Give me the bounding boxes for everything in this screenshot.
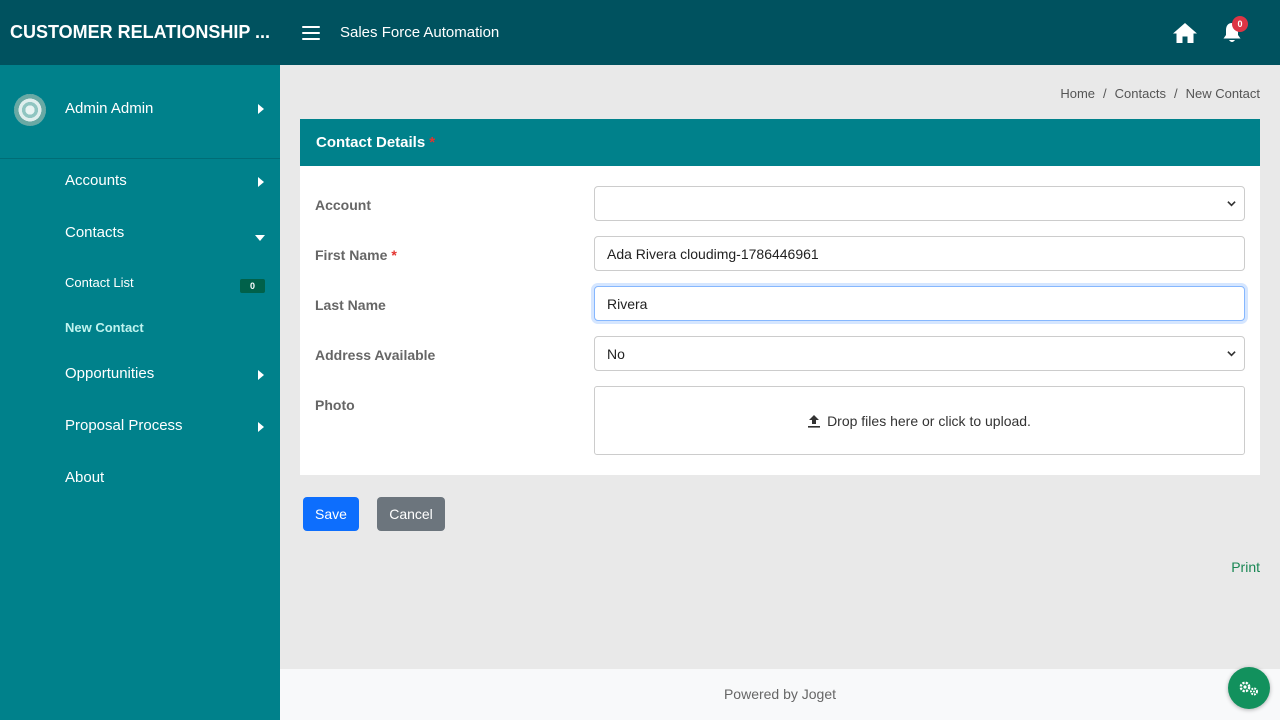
- sidebar-item-label: Opportunities: [65, 365, 155, 382]
- breadcrumb-home[interactable]: Home: [1060, 86, 1095, 101]
- chevron-right-icon: [258, 104, 264, 114]
- dropzone-text: Drop files here or click to upload.: [827, 412, 1031, 429]
- sidebar-item-new-contact[interactable]: New Contact: [0, 313, 280, 343]
- last-name-value: Rivera: [607, 295, 648, 312]
- sidebar-item-label: Contact List: [65, 275, 134, 290]
- chevron-right-icon: [258, 370, 264, 380]
- breadcrumb: Home / Contacts / New Contact: [1060, 86, 1260, 101]
- sidebar-item-opportunities[interactable]: Opportunities: [0, 355, 280, 395]
- chevron-down-icon: [255, 235, 265, 241]
- address-available-select[interactable]: No: [594, 336, 1245, 371]
- cancel-button[interactable]: Cancel: [377, 497, 445, 531]
- count-badge: 0: [240, 279, 265, 293]
- save-button[interactable]: Save: [303, 497, 359, 531]
- sidebar-item-accounts[interactable]: Accounts: [0, 162, 280, 202]
- notifications-button[interactable]: 0: [1222, 16, 1248, 46]
- top-bar: CUSTOMER RELATIONSHIP ... Sales Force Au…: [0, 0, 1280, 65]
- last-name-label: Last Name: [315, 297, 386, 313]
- footer: Powered by Joget: [280, 669, 1280, 720]
- account-select[interactable]: [594, 186, 1245, 221]
- app-brand[interactable]: CUSTOMER RELATIONSHIP ...: [0, 22, 280, 43]
- sidebar-item-label: New Contact: [65, 320, 144, 335]
- user-menu[interactable]: Admin Admin: [0, 65, 280, 159]
- address-available-label: Address Available: [315, 347, 436, 363]
- menu-icon[interactable]: [302, 25, 320, 40]
- sidebar-item-proposal-process[interactable]: Proposal Process: [0, 407, 280, 447]
- contact-details-card: Contact Details * Account First Name * Ada…: [300, 119, 1260, 475]
- notification-count-badge: 0: [1232, 16, 1248, 32]
- chevron-down-icon: [1227, 201, 1236, 207]
- home-icon[interactable]: [1172, 22, 1198, 44]
- card-title: Contact Details: [316, 134, 426, 151]
- first-name-field[interactable]: Ada Rivera cloudimg-1786446961: [594, 236, 1245, 271]
- breadcrumb-contacts[interactable]: Contacts: [1115, 86, 1166, 101]
- chevron-right-icon: [258, 422, 264, 432]
- card-header: Contact Details *: [300, 119, 1260, 166]
- settings-button[interactable]: [1228, 667, 1270, 709]
- sidebar-item-label: About: [65, 469, 105, 486]
- chevron-right-icon: [258, 177, 264, 187]
- print-link[interactable]: Print: [1231, 559, 1260, 575]
- first-name-value: Ada Rivera cloudimg-1786446961: [607, 245, 819, 262]
- required-marker: *: [429, 134, 436, 151]
- breadcrumb-current: New Contact: [1185, 86, 1260, 101]
- upload-icon: [808, 414, 821, 428]
- photo-dropzone[interactable]: Drop files here or click to upload.: [594, 386, 1245, 455]
- sidebar-item-label: Contacts: [65, 224, 125, 241]
- sidebar-item-label: Accounts: [65, 172, 127, 189]
- chevron-down-icon: [1227, 351, 1236, 357]
- sidebar-item-contacts[interactable]: Contacts: [0, 214, 280, 254]
- sidebar: Admin Admin Accounts Contacts Contact Li…: [0, 65, 280, 720]
- user-name: Admin Admin: [65, 100, 154, 117]
- first-name-label: First Name *: [315, 247, 397, 263]
- last-name-field[interactable]: Rivera: [594, 286, 1245, 321]
- photo-label: Photo: [315, 397, 355, 413]
- app-title: Sales Force Automation: [340, 24, 500, 41]
- sidebar-item-contact-list[interactable]: Contact List 0: [0, 268, 280, 298]
- account-label: Account: [315, 197, 371, 213]
- sidebar-item-about[interactable]: About: [0, 459, 280, 499]
- avatar: [14, 94, 46, 126]
- gears-icon: [1239, 681, 1258, 696]
- address-available-value: No: [607, 345, 625, 362]
- sidebar-item-label: Proposal Process: [65, 417, 183, 434]
